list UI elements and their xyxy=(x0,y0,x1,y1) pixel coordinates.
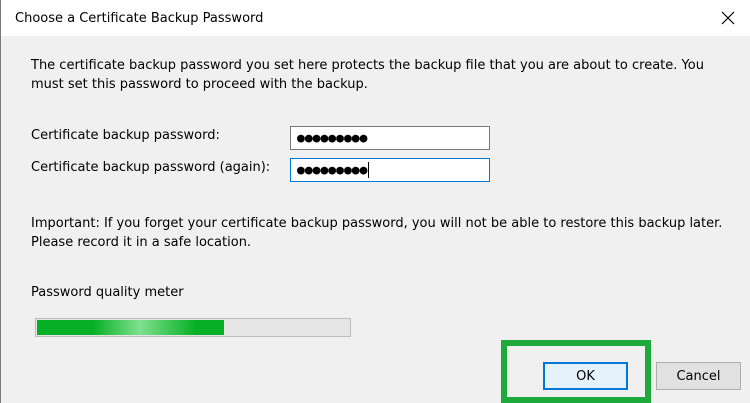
close-icon xyxy=(721,11,735,25)
title-bar: Choose a Certificate Backup Password xyxy=(1,0,750,36)
quality-meter-label: Password quality meter xyxy=(31,285,184,300)
ok-button[interactable]: OK xyxy=(543,362,628,390)
important-note: Important: If you forget your certificat… xyxy=(31,216,723,250)
cancel-button[interactable]: Cancel xyxy=(656,362,741,390)
confirm-password-field[interactable]: ●●●●●●●●● xyxy=(290,158,490,182)
confirm-password-label: Certificate backup password (again): xyxy=(31,160,271,175)
password-quality-meter xyxy=(35,318,351,337)
text-caret xyxy=(368,162,370,178)
close-button[interactable] xyxy=(705,0,750,36)
password-label: Certificate backup password: xyxy=(31,128,220,143)
quality-meter-fill xyxy=(37,320,224,335)
password-field[interactable]: ●●●●●●●●● xyxy=(290,126,490,150)
confirm-password-value: ●●●●●●●●● xyxy=(297,162,368,178)
dialog-title: Choose a Certificate Backup Password xyxy=(15,11,264,26)
certificate-password-dialog: Choose a Certificate Backup Password The… xyxy=(0,0,750,403)
password-value: ●●●●●●●●● xyxy=(297,130,368,146)
description-text: The certificate backup password you set … xyxy=(31,58,704,92)
